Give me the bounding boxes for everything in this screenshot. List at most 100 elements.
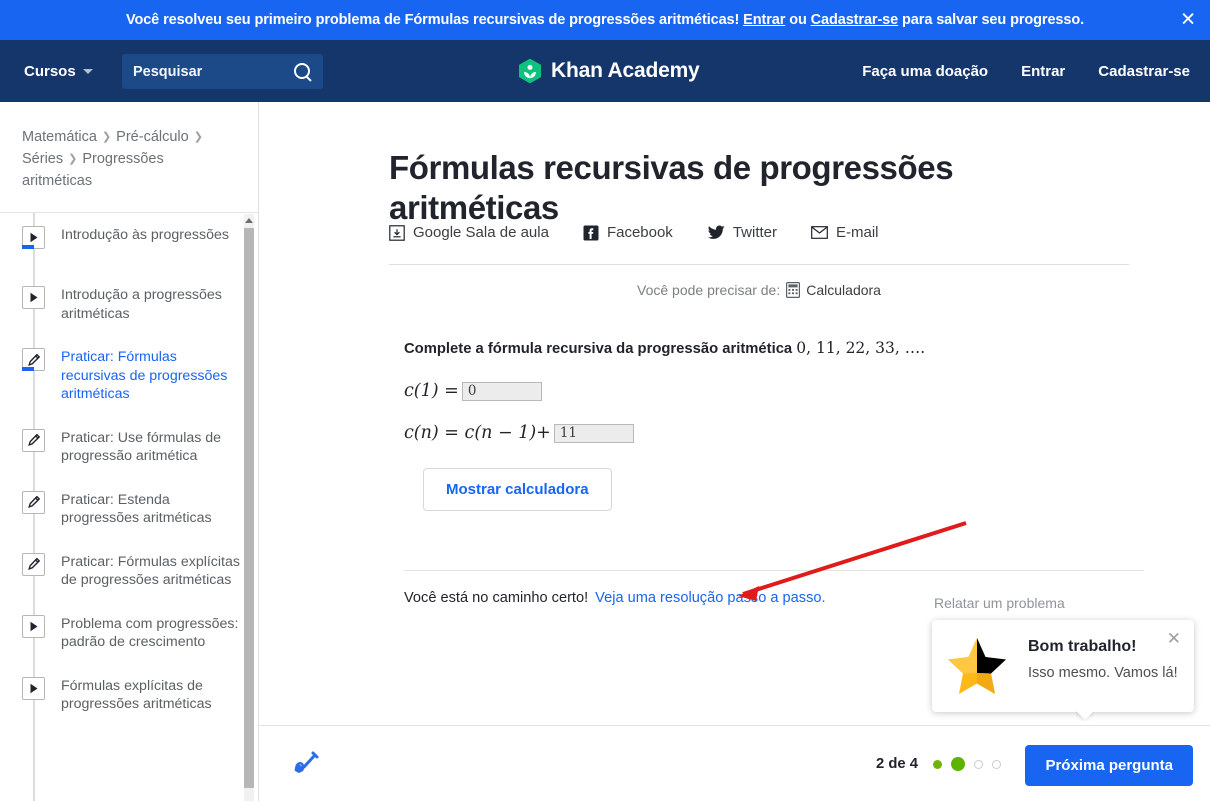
star-icon <box>948 638 1006 694</box>
banner-signup-link[interactable]: Cadastrar-se <box>811 12 899 28</box>
breadcrumb-item-2[interactable]: Séries <box>22 151 63 167</box>
share-twitter-button[interactable]: Twitter <box>707 224 777 241</box>
question-sequence: 0, 11, 22, 33, …. <box>796 339 926 357</box>
courses-menu-label: Cursos <box>24 62 76 80</box>
answer-input-common-difference[interactable]: 11 <box>553 423 634 443</box>
report-problem-link[interactable]: Relatar um problema <box>934 595 1065 611</box>
signin-link[interactable]: Entrar <box>1021 63 1065 80</box>
list-item-label: Praticar: Fórmulas explícitas de progres… <box>61 553 240 589</box>
announcement-banner: Você resolveu seu primeiro problema de F… <box>0 0 1210 40</box>
banner-signin-link[interactable]: Entrar <box>743 12 785 28</box>
question-prompt-text: Complete a fórmula recursiva da progress… <box>404 341 793 357</box>
toast-pointer <box>1076 711 1094 721</box>
calculator-link[interactable]: Calculadora <box>806 282 881 298</box>
site-header: Cursos Pesquisar Khan Academy Faça uma d… <box>0 40 1210 102</box>
announcement-text-before: Você resolveu seu primeiro problema de F… <box>125 12 744 28</box>
video-icon <box>22 286 45 309</box>
list-item[interactable]: Fórmulas explícitas de progressões aritm… <box>0 664 259 726</box>
signup-link[interactable]: Cadastrar-se <box>1098 63 1190 80</box>
calculator-icon <box>786 282 801 298</box>
exercise-icon <box>22 552 45 576</box>
donate-link[interactable]: Faça uma doação <box>862 63 988 80</box>
course-sidebar: Matemática ❯ Pré-cálculo ❯Séries ❯ Progressõe… <box>0 102 259 801</box>
progress-group: 2 de 4 <box>876 726 1001 802</box>
video-icon <box>22 676 45 700</box>
progress-dot-todo <box>992 759 1001 769</box>
list-item[interactable]: Introdução a progressões aritméticas <box>0 273 259 335</box>
calculator-hint: Você pode precisar de: Calculadora <box>389 282 1129 298</box>
email-icon <box>811 226 828 239</box>
progress-indicator <box>22 245 34 249</box>
share-label: E-mail <box>836 224 879 241</box>
exercise-icon <box>22 490 45 514</box>
formula-row-base-case: c(1) = 0 <box>404 381 1104 401</box>
list-item-active[interactable]: Praticar: Fórmulas recursivas de progres… <box>0 335 259 416</box>
announcement-text-after: para salvar seu progresso. <box>898 12 1085 28</box>
show-calculator-button[interactable]: Mostrar calculadora <box>423 468 612 511</box>
progress-dot-current <box>951 757 965 771</box>
twitter-icon <box>707 225 725 239</box>
share-google-classroom-button[interactable]: Google Sala de aula <box>389 224 549 241</box>
list-item[interactable]: Praticar: Use fórmulas de progressão ari… <box>0 416 259 478</box>
share-label: Facebook <box>606 224 673 241</box>
list-item-label: Introdução a progressões aritméticas <box>61 287 222 322</box>
breadcrumb-item-0[interactable]: Matemática <box>22 129 97 145</box>
close-icon[interactable]: ✕ <box>1180 10 1196 30</box>
lesson-list[interactable]: Introdução às progressões Introdução a p… <box>0 213 259 801</box>
success-toast: Bom trabalho! Isso mesmo. Vamos lá! ✕ <box>932 620 1194 712</box>
khan-academy-logo-icon <box>519 58 541 84</box>
share-facebook-button[interactable]: Facebook <box>583 224 673 241</box>
progress-dot-todo <box>974 759 983 769</box>
answer-input-first-term[interactable]: 0 <box>461 381 542 401</box>
scroll-up-icon[interactable] <box>244 214 254 227</box>
exercise-icon <box>22 348 45 371</box>
list-item[interactable]: Problema com progressões: padrão de cres… <box>0 602 259 664</box>
sidebar-scrollbar-thumb[interactable] <box>244 228 254 788</box>
step-by-step-solution-link[interactable]: Veja uma resolução passo a passo. <box>595 590 825 606</box>
video-icon <box>22 614 45 638</box>
chevron-down-icon <box>82 68 93 74</box>
announcement-text-middle: ou <box>785 12 811 28</box>
breadcrumb: Matemática ❯ Pré-cálculo ❯Séries ❯ Progressõe… <box>22 126 237 192</box>
scratchpad-icon[interactable] <box>290 746 324 780</box>
header-nav-links: Faça uma doação Entrar Cadastrar-se <box>862 40 1190 102</box>
facebook-icon <box>583 225 599 240</box>
announcement-text: Você resolveu seu primeiro problema de F… <box>126 12 1084 28</box>
list-item[interactable]: Introdução às progressões <box>0 213 259 273</box>
list-item-label: Introdução às progressões <box>61 227 229 243</box>
toast-subtitle: Isso mesmo. Vamos lá! <box>1028 665 1178 681</box>
progress-indicator <box>22 367 34 371</box>
progress-dots <box>933 757 1001 771</box>
list-item-label: Problema com progressões: padrão de cres… <box>61 615 239 651</box>
formula-row-recursive: c(n) = c(n − 1)+ 11 <box>404 423 1104 443</box>
page-title: Fórmulas recursivas de progressões aritm… <box>389 149 954 227</box>
feedback-divider <box>404 570 1144 571</box>
calculator-hint-label: Você pode precisar de: <box>637 282 781 298</box>
progress-count: 2 de 4 <box>876 756 918 772</box>
toast-title: Bom trabalho! <box>1028 638 1137 655</box>
search-placeholder: Pesquisar <box>133 63 203 80</box>
list-item[interactable]: Praticar: Fórmulas explícitas de progres… <box>0 540 259 602</box>
breadcrumb-separator: ❯ <box>193 131 203 143</box>
breadcrumb-separator: ❯ <box>68 153 78 165</box>
list-item-label: Praticar: Use fórmulas de progressão ari… <box>61 429 222 465</box>
next-question-button[interactable]: Próxima pergunta <box>1025 745 1193 786</box>
breadcrumb-item-1[interactable]: Pré-cálculo <box>116 129 189 145</box>
video-icon <box>22 226 45 249</box>
question-block: Complete a fórmula recursiva da progress… <box>404 338 1104 443</box>
share-label: Twitter <box>732 224 777 241</box>
google-classroom-icon <box>389 224 405 241</box>
search-input[interactable]: Pesquisar <box>122 54 323 89</box>
courses-menu-button[interactable]: Cursos <box>24 40 93 102</box>
share-label: Google Sala de aula <box>413 224 549 241</box>
search-icon[interactable] <box>293 62 312 81</box>
close-icon[interactable]: ✕ <box>1167 631 1181 648</box>
content-divider <box>389 264 1129 265</box>
list-item-label: Praticar: Fórmulas recursivas de progres… <box>61 349 228 402</box>
list-item-label: Praticar: Estenda progressões aritmética… <box>61 491 212 527</box>
brand-name: Khan Academy <box>551 59 700 82</box>
brand-logo[interactable]: Khan Academy <box>518 40 700 102</box>
share-email-button[interactable]: E-mail <box>811 224 879 241</box>
list-item[interactable]: Praticar: Estenda progressões aritmética… <box>0 478 259 540</box>
formula-lhs: c(1) = <box>404 381 459 401</box>
